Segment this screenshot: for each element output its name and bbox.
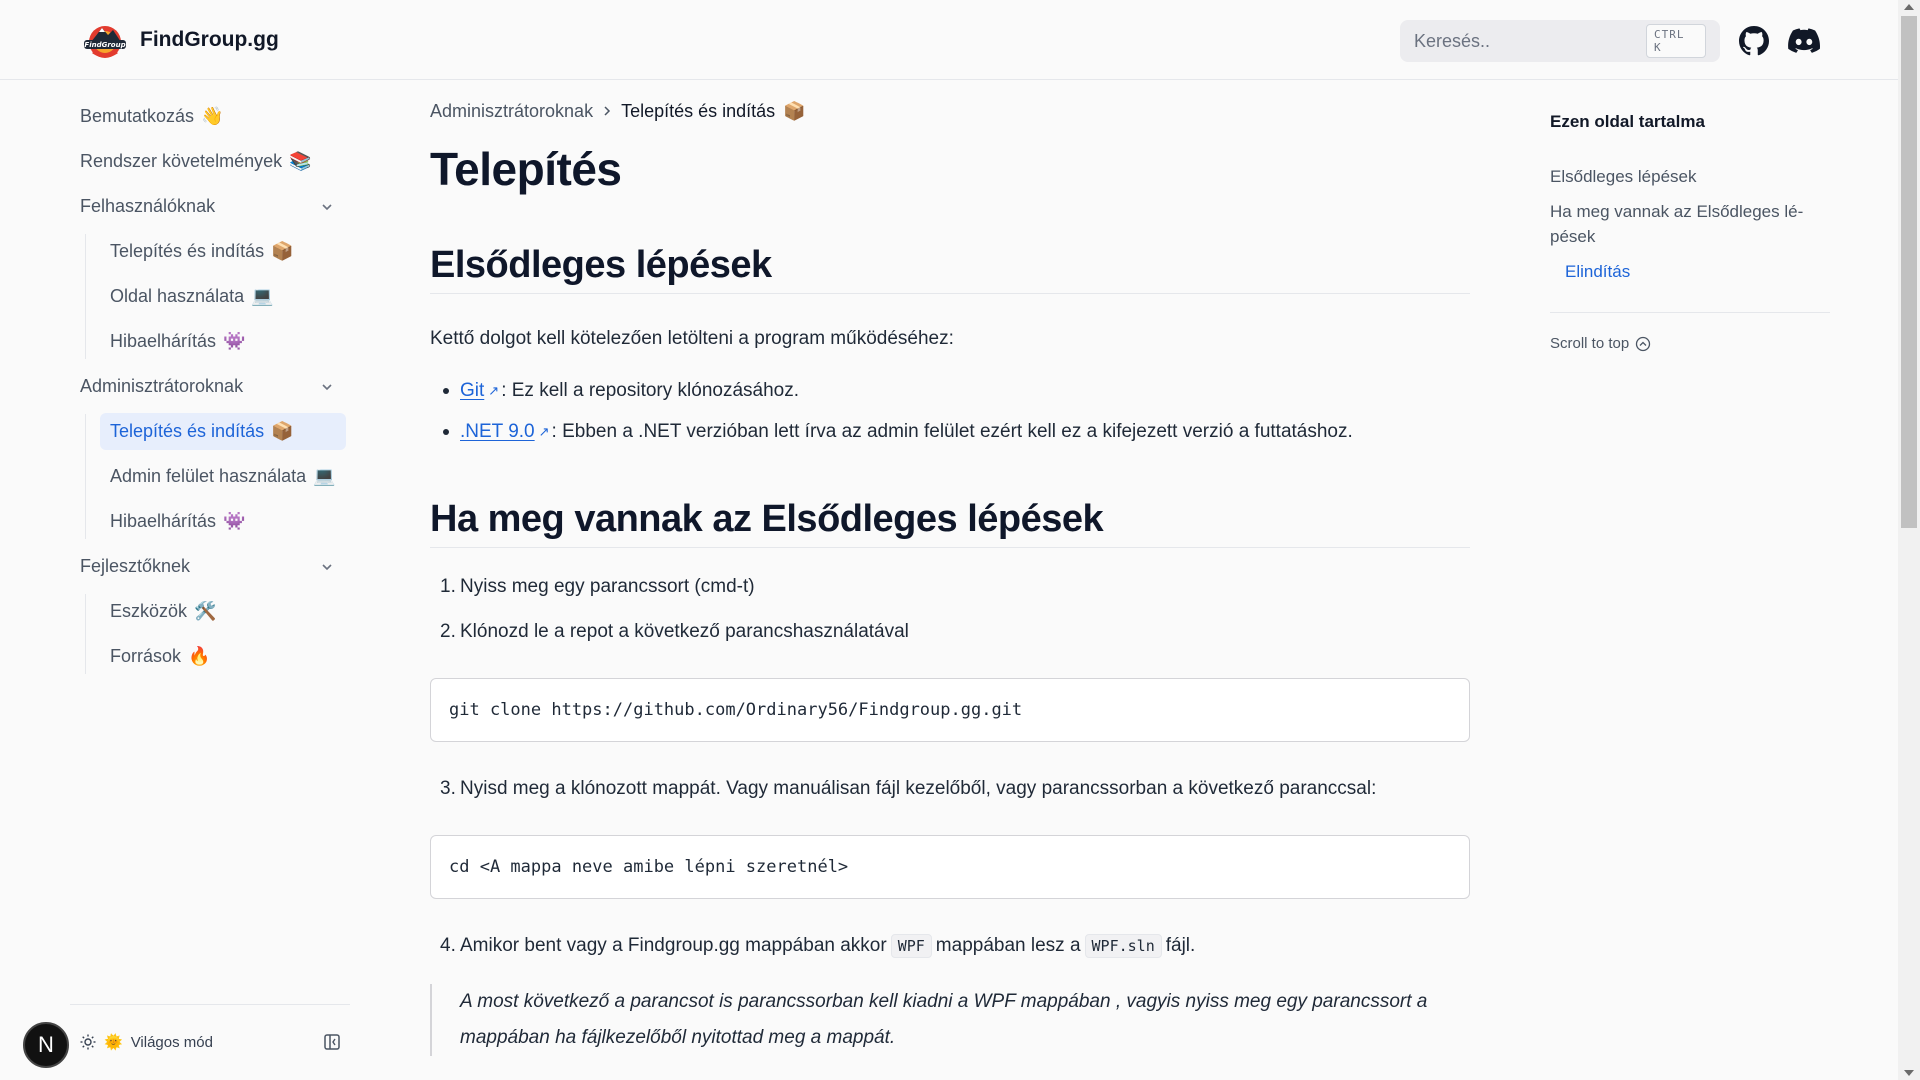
sidebar-group-adminisztratoroknak[interactable]: Adminisztrátoroknak: [70, 368, 346, 405]
github-link[interactable]: [1737, 24, 1771, 58]
sidebar-item-rendszer-kovetelmenyek[interactable]: Rendszer követelmények 📚: [70, 143, 346, 180]
list-item: .NET 9.0 ↗: Ebben a .NET verzióban lett í…: [430, 411, 1470, 452]
waving-hand-icon: 👋: [201, 106, 224, 126]
discord-link[interactable]: [1787, 24, 1821, 58]
sidebar-item-forrasok[interactable]: Források 🔥: [100, 638, 346, 675]
sidebar-child-divider: [85, 414, 86, 539]
sidebar-item-telepites-admin[interactable]: Telepítés és indítás 📦: [100, 413, 346, 450]
chevron-down-icon: [322, 383, 332, 390]
external-link-icon: ↗: [488, 382, 500, 398]
section-heading-elsodleges: Elsődleges lépések: [430, 244, 1470, 294]
theme-label: Világos mód: [130, 1033, 213, 1051]
brand-name: FindGroup.gg: [140, 28, 279, 51]
chevron-down-icon: [322, 563, 332, 570]
intro-paragraph: Kettő dolgot kell kötelezően letölteni a…: [430, 328, 954, 349]
sidebar-group-felhasznaloknak[interactable]: Felhasználóknak: [70, 188, 346, 225]
breadcrumb: Adminisztrátoroknak Telepítés és indítás…: [430, 98, 1470, 124]
inline-code-wpf: WPF: [890, 933, 932, 958]
sidebar-group-fejlesztoknek[interactable]: Fejlesztőknek: [70, 548, 346, 585]
discord-icon: [1788, 28, 1820, 53]
inline-code-wpf-sln: WPF.sln: [1084, 933, 1162, 958]
alien-monster-icon: 👾: [223, 331, 246, 351]
dotnet-link[interactable]: .NET 9.0: [460, 421, 535, 443]
toc-link-elsodleges[interactable]: Elsődleges lépések: [1550, 164, 1830, 189]
toc-title: Ezen oldal tartalma: [1550, 112, 1705, 131]
toc-link-ha-meg-vannak[interactable]: Ha meg vannak az Elsődleges lé- pések: [1550, 199, 1830, 249]
chevron-down-icon: [322, 203, 332, 210]
alien-monster-icon: 👾: [223, 511, 246, 531]
package-icon: 📦: [271, 241, 294, 261]
page-scrollbar[interactable]: [1898, 0, 1920, 1080]
package-icon: 📦: [271, 421, 294, 441]
external-link-icon: ↗: [538, 423, 550, 439]
chevron-right-icon: [604, 106, 611, 116]
search-box[interactable]: CTRL K: [1400, 20, 1720, 62]
github-icon: [1739, 26, 1769, 56]
laptop-icon: 💻: [251, 286, 274, 306]
sidebar-item-oldal-hasznalata[interactable]: Oldal használata 💻: [100, 278, 346, 315]
section-heading-ha-meg-vannak: Ha meg vannak az Elsődleges lépések: [430, 498, 1470, 548]
laptop-icon: 💻: [313, 466, 336, 486]
sidebar-item-hibaelharitas-admin[interactable]: Hibaelhárítás 👾: [100, 503, 346, 540]
code-block-cd[interactable]: cd <A mappa neve amibe lépni szeretnél>: [430, 835, 1470, 899]
scroll-up-arrow-icon[interactable]: [1904, 4, 1914, 10]
breadcrumb-parent[interactable]: Adminisztrátoroknak: [430, 101, 593, 122]
scrollbar-thumb[interactable]: [1901, 16, 1917, 528]
git-link[interactable]: Git: [460, 380, 484, 402]
brand-link[interactable]: FindGroup FindGroup.gg: [80, 20, 279, 60]
sidebar-item-eszkozok[interactable]: Eszközök 🛠️: [100, 593, 346, 630]
search-shortcut-badge: CTRL K: [1646, 24, 1706, 58]
package-icon: 📦: [783, 100, 806, 121]
step-item: 4. Amikor bent vagy a Findgroup.gg mappá…: [440, 933, 1196, 958]
top-header: FindGroup FindGroup.gg CTRL K: [0, 0, 1898, 80]
step-item: 1. Nyiss meg egy parancssort (cmd-t): [440, 575, 755, 597]
toc-link-elinditas[interactable]: Elindítás: [1550, 259, 1830, 284]
sidebar-item-admin-felulet-hasznalata[interactable]: Admin felület használata 💻: [100, 458, 346, 495]
search-input[interactable]: [1414, 30, 1646, 52]
requirements-list: Git ↗: Ez kell a repository klónozásához.…: [430, 370, 1470, 452]
toc-divider: [1550, 312, 1830, 313]
collapse-sidebar-icon[interactable]: [323, 1033, 341, 1051]
sidebar-nav: Bemutatkozás 👋 Rendszer követelmények 📚 …: [70, 98, 346, 683]
page-title: Telepítés: [430, 143, 622, 195]
sidebar-child-divider: [85, 234, 86, 359]
fire-icon: 🔥: [188, 646, 211, 666]
scroll-down-arrow-icon[interactable]: [1904, 1070, 1914, 1076]
code-block-git-clone[interactable]: git clone https://github.com/Ordinary56/…: [430, 678, 1470, 742]
sidebar-item-hibaelharitas-felhasznalok[interactable]: Hibaelhárítás 👾: [100, 323, 346, 360]
theme-toggle-button[interactable]: 🌞 Világos mód: [80, 1033, 213, 1051]
sun-icon: [80, 1034, 96, 1050]
svg-text:FindGroup: FindGroup: [84, 41, 125, 49]
sidebar-child-divider: [85, 594, 86, 674]
main-content: Adminisztrátoroknak Telepítés és indítás…: [430, 98, 1470, 1056]
books-icon: 📚: [289, 151, 312, 171]
step-item: 3. Nyisd meg a klónozott mappát. Vagy man…: [440, 777, 1377, 799]
list-item: Git ↗: Ez kell a repository klónozásához.: [430, 370, 1470, 411]
sidebar-footer: 🌞 Világos mód: [70, 1004, 350, 1080]
blockquote-note: A most következő a parancsot is parancss…: [430, 984, 1470, 1056]
nextjs-dev-badge[interactable]: N: [23, 1022, 69, 1068]
breadcrumb-current: Telepítés és indítás: [621, 100, 776, 121]
table-of-contents: Ezen oldal tartalma Elsődleges lépések H…: [1550, 112, 1830, 352]
scroll-to-top-button[interactable]: Scroll to top: [1550, 335, 1830, 352]
step-item: 2. Klónozd le a repot a következő parancs…: [440, 620, 909, 642]
sidebar-item-telepites-felhasznalok[interactable]: Telepítés és indítás 📦: [100, 233, 346, 270]
sidebar-item-bemutatkozas[interactable]: Bemutatkozás 👋: [70, 98, 346, 135]
findgroup-logo-icon: FindGroup: [80, 20, 130, 60]
tools-icon: 🛠️: [194, 601, 217, 621]
arrow-up-circle-icon: [1636, 336, 1651, 351]
sun-emoji-icon: 🌞: [104, 1034, 123, 1051]
